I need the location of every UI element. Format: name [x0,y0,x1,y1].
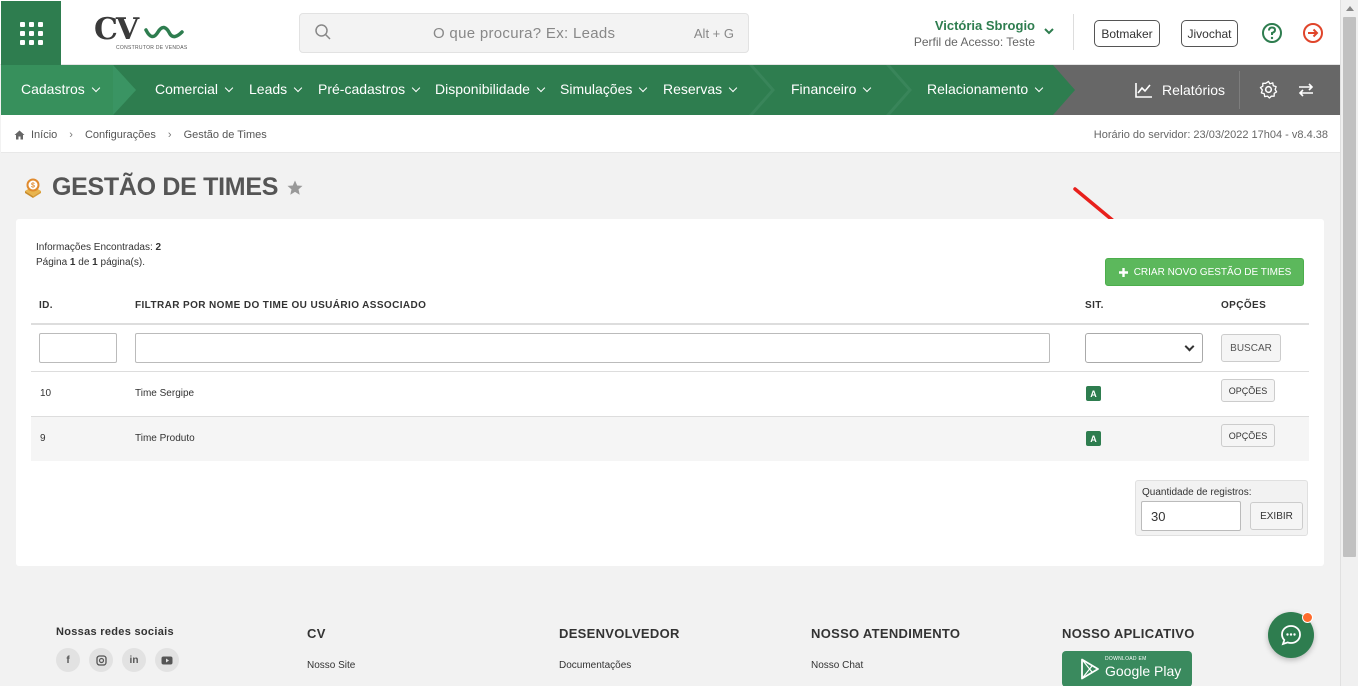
help-icon[interactable] [1261,22,1283,44]
nav-item-reservas[interactable]: Reservas [663,81,738,97]
nav-item-simulacoes[interactable]: Simulações [560,81,648,97]
play-icon [1081,658,1099,680]
nav-item-relacionamento[interactable]: Relacionamento [927,81,1044,97]
search-placeholder: O que procura? Ex: Leads [433,25,616,42]
plus-icon [1118,267,1128,277]
filter-id-input[interactable] [39,333,117,363]
breadcrumb-item-current: Gestão de Times [183,129,267,141]
breadcrumb: Início › Configurações › Gestão de Times [14,129,267,141]
nav-item-disponibilidade[interactable]: Disponibilidade [435,81,546,97]
team-badge-icon: $ [25,178,41,198]
apps-menu-button[interactable] [1,1,61,65]
row-id: 9 [40,433,46,444]
search-icon [315,24,331,40]
gear-icon[interactable] [1259,80,1278,99]
notification-dot [1302,612,1313,623]
page-title: GESTÃO DE TIMES [52,173,279,201]
scrollbar-thumb[interactable] [1343,17,1356,557]
grid-icon [19,21,43,45]
top-header: CV CONSTRUTOR DE VENDAS O que procura? E… [0,0,1340,65]
page-header: $ GESTÃO DE TIMES [22,173,304,202]
chevron-right-icon: › [167,129,172,141]
nav-item-pre-cadastros[interactable]: Pré-cadastros [318,81,421,97]
row-name: Time Produto [135,433,195,444]
facebook-icon[interactable]: f [56,648,80,672]
search-button[interactable]: BUSCAR [1221,334,1281,362]
scroll-up-arrow-icon[interactable] [1346,6,1354,11]
create-team-button[interactable]: CRIAR NOVO GESTÃO DE TIMES [1105,258,1304,286]
home-icon [14,130,25,140]
status-badge: A [1086,431,1101,446]
column-header-id: ID. [39,300,53,311]
logo-text: CV [94,12,139,47]
nav-item-cadastros[interactable]: Cadastros [21,81,101,97]
logo[interactable]: CV CONSTRUTOR DE VENDAS [94,12,189,54]
footer-dev-title: DESENVOLVEDOR [559,626,680,641]
breadcrumb-item-inicio[interactable]: Início [31,129,57,141]
results-info: Informações Encontradas: 2 Página 1 de 1… [36,242,162,268]
show-button[interactable]: EXIBIR [1250,502,1303,530]
search-box[interactable]: O que procura? Ex: Leads Alt + G [299,13,749,53]
column-header-name: FILTRAR POR NOME DO TIME OU USUÁRIO ASSO… [135,300,427,311]
server-time: Horário do servidor: 23/03/2022 17h04 - … [1093,129,1328,141]
search-hotkey: Alt + G [693,26,734,41]
botmaker-button[interactable]: Botmaker [1094,20,1160,47]
footer-cv-title: CV [307,626,326,641]
user-menu[interactable]: Victória Sbrogio Perfil de Acesso: Teste [898,18,1035,49]
user-profile: Perfil de Acesso: Teste [913,35,1035,49]
results-count: 2 [155,242,162,253]
footer-link-chat[interactable]: Nosso Chat [811,660,863,671]
records-input[interactable]: 30 [1141,501,1241,531]
row-options-button[interactable]: OPÇÕES [1221,424,1275,447]
main-nav: Cadastros Comercial Leads Pré-cadastros … [1,65,1340,115]
teams-card: Informações Encontradas: 2 Página 1 de 1… [16,219,1324,566]
instagram-icon[interactable] [89,648,113,672]
chart-line-icon [1135,83,1152,98]
footer-social-title: Nossas redes sociais [56,626,174,638]
row-name: Time Sergipe [135,388,195,399]
nav-item-comercial[interactable]: Comercial [155,81,234,97]
divider [1073,14,1074,50]
row-id: 10 [40,388,52,399]
nav-item-financeiro[interactable]: Financeiro [791,81,872,97]
header-divider [31,323,1309,325]
status-badge: A [1086,386,1101,401]
column-header-status: SIT. [1085,300,1104,311]
youtube-icon[interactable] [155,648,179,672]
records-label: Quantidade de registros: [1142,487,1252,498]
breadcrumb-bar: Início › Configurações › Gestão de Times… [1,115,1340,153]
divider [1239,71,1240,109]
footer-support-title: NOSSO ATENDIMENTO [811,626,961,641]
user-name: Victória Sbrogio [934,18,1035,33]
footer-link-site[interactable]: Nosso Site [307,660,355,671]
breadcrumb-item-configuracoes[interactable]: Configurações [85,129,156,141]
svg-text:$: $ [31,182,35,189]
records-per-page: Quantidade de registros: 30 EXIBIR [1135,480,1308,536]
swap-icon[interactable] [1297,82,1315,98]
filter-name-input[interactable] [135,333,1050,363]
logo-subtitle: CONSTRUTOR DE VENDAS [116,45,188,51]
nav-item-leads[interactable]: Leads [249,81,303,97]
logo-wave-icon [144,25,184,39]
chevron-down-icon[interactable] [1043,26,1055,36]
linkedin-icon[interactable]: in [122,648,146,672]
chevron-down-icon [1184,341,1195,352]
table-row: 10 Time Sergipe A OPÇÕES [31,372,1309,416]
footer-link-docs[interactable]: Documentações [559,660,631,671]
google-play-button[interactable]: DOWNLOAD EM Google Play [1062,651,1192,686]
page-scrollbar[interactable] [1340,0,1358,686]
filter-status-select[interactable] [1085,333,1203,363]
row-options-button[interactable]: OPÇÕES [1221,379,1275,402]
logout-icon[interactable] [1302,22,1324,44]
chevron-right-icon: › [69,129,73,141]
chat-bubble-icon [1281,625,1301,646]
footer-app-title: NOSSO APLICATIVO [1062,626,1195,641]
jivochat-button[interactable]: Jivochat [1181,20,1238,47]
column-header-options: OPÇÕES [1221,300,1267,311]
table-row: 9 Time Produto A OPÇÕES [31,417,1309,461]
favorite-star-icon[interactable] [286,179,304,197]
nav-item-relatorios[interactable]: Relatórios [1134,81,1225,99]
